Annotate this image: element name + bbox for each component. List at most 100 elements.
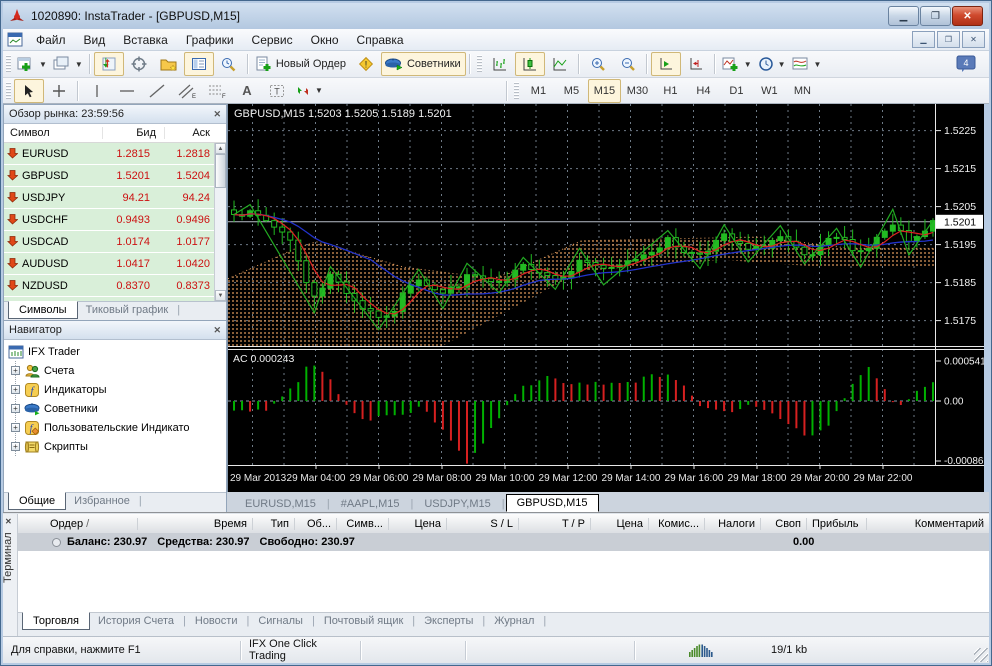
market-watch-row[interactable]: USDJPY 94.21 94.24	[4, 187, 226, 209]
auto-scroll-button[interactable]	[650, 52, 681, 76]
navigator-close-icon[interactable]: ✕	[213, 325, 221, 336]
period-button-W1[interactable]: W1	[753, 79, 786, 103]
navigator-item-3[interactable]: + f Пользовательские Индикато	[11, 418, 226, 437]
chart-tab-2[interactable]: USDJPY,M15	[414, 496, 500, 512]
candlestick-button[interactable]	[514, 52, 545, 76]
minimize-button[interactable]: ▁	[888, 6, 919, 26]
period-button-M5[interactable]: M5	[555, 79, 588, 103]
market-watch-tab-0[interactable]: Символы	[8, 301, 78, 319]
navigator-title-bar[interactable]: Навигатор ✕	[4, 321, 226, 340]
terminal-column-8[interactable]: Цена	[591, 517, 649, 530]
terminal-column-2[interactable]: Тип	[253, 517, 295, 530]
profiles-button[interactable]: ▼	[50, 52, 86, 76]
navigator-toggle[interactable]	[154, 52, 184, 76]
scroll-thumb[interactable]	[215, 154, 226, 188]
status-one-click-cell[interactable]: IFX One Click Trading	[241, 638, 361, 662]
fibonacci-button[interactable]: F	[202, 79, 232, 103]
chart-tab-3[interactable]: GBPUSD,M15	[505, 494, 599, 512]
terminal-column-9[interactable]: Комис...	[649, 517, 705, 530]
terminal-tab-3[interactable]: Сигналы	[250, 613, 311, 629]
menu-item-5[interactable]: Окно	[302, 31, 348, 49]
period-button-H4[interactable]: H4	[687, 79, 720, 103]
terminal-column-7[interactable]: T / P	[519, 517, 591, 530]
terminal-tab-4[interactable]: Почтовый ящик	[316, 613, 411, 629]
market-watch-toggle[interactable]	[93, 52, 124, 76]
navigator-tab-0[interactable]: Общие	[8, 492, 67, 510]
navigator-item-4[interactable]: + Скрипты	[11, 437, 226, 456]
market-watch-row[interactable]: AUDUSD 1.0417 1.0420	[4, 253, 226, 275]
maximize-button[interactable]: ❐	[920, 6, 951, 26]
price-chart[interactable]: 1.5225 1.5215 1.5205 1.5195 1.5185 1.5175 1.52…	[228, 104, 984, 492]
terminal-column-5[interactable]: Цена	[389, 517, 447, 530]
navigator-item-1[interactable]: + f Индикаторы	[11, 380, 226, 399]
terminal-column-11[interactable]: Своп	[761, 517, 807, 530]
terminal-tab-0[interactable]: Торговля	[22, 612, 90, 630]
market-watch-row[interactable]: USDCAD 1.0174 1.0177	[4, 231, 226, 253]
period-button-D1[interactable]: D1	[720, 79, 753, 103]
navigator-tab-1[interactable]: Избранное	[66, 493, 138, 509]
terminal-tab-2[interactable]: Новости	[187, 613, 246, 629]
terminal-column-10[interactable]: Налоги	[705, 517, 761, 530]
terminal-column-3[interactable]: Об...	[295, 517, 337, 530]
expand-icon[interactable]: +	[11, 442, 20, 451]
indicators-button[interactable]: ▼	[719, 52, 755, 76]
crosshair-tool-button[interactable]	[44, 79, 74, 103]
close-button[interactable]: ✕	[952, 6, 983, 26]
chart-shift-button[interactable]	[681, 52, 711, 76]
terminal-column-0[interactable]: Ордер /	[18, 517, 138, 530]
terminal-tab-5[interactable]: Эксперты	[416, 613, 481, 629]
scroll-down-icon[interactable]: ▼	[215, 290, 226, 301]
menu-item-4[interactable]: Сервис	[243, 31, 302, 49]
line-chart-button[interactable]	[545, 52, 575, 76]
mdi-minimize-button[interactable]: ▁	[912, 31, 935, 48]
text-button[interactable]: A	[232, 79, 262, 103]
periods-button[interactable]: ▼	[755, 52, 789, 76]
scroll-up-icon[interactable]: ▲	[215, 143, 226, 154]
period-button-M1[interactable]: M1	[522, 79, 555, 103]
chart-window[interactable]: 1.5225 1.5215 1.5205 1.5195 1.5185 1.5175 1.52…	[227, 104, 984, 492]
terminal-tab-1[interactable]: История Счета	[90, 613, 182, 629]
terminal-column-1[interactable]: Время	[138, 517, 253, 530]
menu-item-6[interactable]: Справка	[348, 31, 413, 49]
period-button-MN[interactable]: MN	[786, 79, 819, 103]
expand-icon[interactable]: +	[11, 404, 20, 413]
templates-button[interactable]: ▼	[789, 52, 825, 76]
period-button-M30[interactable]: M30	[621, 79, 654, 103]
menu-item-1[interactable]: Вид	[75, 31, 115, 49]
label-button[interactable]: T	[262, 79, 292, 103]
toolbar-grip[interactable]	[6, 81, 11, 100]
mdi-close-button[interactable]: ✕	[962, 31, 985, 48]
chart-tab-0[interactable]: EURUSD,M15	[235, 496, 326, 512]
market-watch-row[interactable]: EURJPY120.75120.79	[4, 297, 226, 301]
title-bar[interactable]: 1020890: InstaTrader - [GBPUSD,M15] ▁ ❐ …	[3, 3, 989, 29]
zoom-out-button[interactable]	[613, 52, 643, 76]
zoom-in-button[interactable]	[583, 52, 613, 76]
menu-item-3[interactable]: Графики	[177, 31, 243, 49]
cursor-button[interactable]	[14, 78, 44, 103]
terminal-column-6[interactable]: S / L	[447, 517, 519, 530]
expand-icon[interactable]: +	[11, 423, 20, 432]
menu-item-0[interactable]: Файл	[27, 31, 75, 49]
column-symbol[interactable]: Символ	[4, 127, 103, 139]
mdi-restore-button[interactable]: ❐	[937, 31, 960, 48]
navigator-root[interactable]: IFX Trader	[8, 342, 226, 361]
experts-button[interactable]: Советники	[380, 52, 466, 76]
navigator-item-2[interactable]: + Советники	[11, 399, 226, 418]
market-watch-row[interactable]: EURUSD 1.2815 1.2818	[4, 143, 226, 165]
terminal-close-icon[interactable]: ✕	[5, 517, 12, 526]
menu-item-2[interactable]: Вставка	[114, 31, 177, 49]
column-ask[interactable]: Аск	[165, 127, 226, 139]
expand-icon[interactable]: +	[11, 385, 20, 394]
new-order-button[interactable]: Новый Ордер	[252, 52, 351, 76]
new-chart-button[interactable]: ▼	[14, 52, 50, 76]
alert-icon[interactable]: !	[351, 52, 381, 76]
trendline-button[interactable]	[142, 79, 172, 103]
horizontal-line-button[interactable]	[112, 79, 142, 103]
chart-tab-1[interactable]: #AAPL,M15	[331, 496, 410, 512]
market-watch-row[interactable]: GBPUSD 1.5201 1.5204	[4, 165, 226, 187]
terminal-column-13[interactable]: Комментарий	[867, 518, 989, 530]
balance-row[interactable]: Баланс: 230.97 Средства: 230.97 Свободно…	[18, 533, 989, 551]
expand-icon[interactable]: +	[11, 366, 20, 375]
period-button-M15[interactable]: M15	[587, 78, 621, 103]
arrows-button[interactable]: ▼	[292, 79, 326, 103]
